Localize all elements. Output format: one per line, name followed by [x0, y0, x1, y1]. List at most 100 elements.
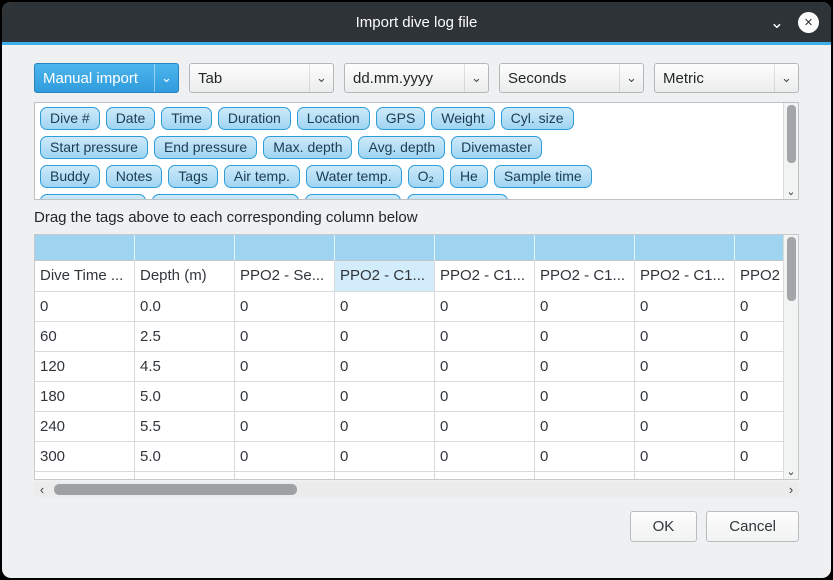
tag-he[interactable]: He [450, 165, 488, 188]
duration-format-value: Seconds [500, 70, 619, 87]
tag-location[interactable]: Location [297, 107, 370, 130]
drop-target[interactable] [235, 235, 335, 261]
duration-format-select[interactable]: Seconds ⌄ [499, 63, 644, 93]
field-separator-select[interactable]: Tab ⌄ [189, 63, 334, 93]
table-cell: 5.0 [135, 442, 235, 472]
close-button[interactable]: ✕ [798, 12, 819, 33]
table-cell: 5.5 [135, 412, 235, 442]
scrollbar-track[interactable] [50, 482, 783, 497]
tag-air-temp[interactable]: Air temp. [224, 165, 300, 188]
tag-avg-depth[interactable]: Avg. depth [358, 136, 445, 159]
tag-water-temp[interactable]: Water temp. [306, 165, 402, 188]
tag-row: Buddy Notes Tags Air temp. Water temp. O… [40, 165, 781, 188]
dialog-footer: OK Cancel [34, 511, 799, 542]
table-cell: 0 [735, 412, 783, 442]
drop-target-row [35, 235, 783, 261]
table-row: 240 5.5 0 0 0 0 0 0 [35, 412, 783, 442]
table-cell [435, 472, 535, 479]
tag-weight[interactable]: Weight [431, 107, 494, 130]
tag-notes[interactable]: Notes [106, 165, 163, 188]
table-cell: 0 [335, 442, 435, 472]
tag-end-pressure[interactable]: End pressure [154, 136, 257, 159]
scroll-right-arrow-icon[interactable]: › [783, 482, 799, 497]
table-cell: 0 [635, 352, 735, 382]
tag-sample-temperature[interactable]: Sample temperature [152, 194, 299, 200]
drop-target[interactable] [35, 235, 135, 261]
scrollbar-thumb[interactable] [787, 105, 796, 163]
close-icon: ✕ [804, 16, 813, 29]
date-format-select[interactable]: dd.mm.yyyy ⌄ [344, 63, 489, 93]
field-separator-value: Tab [190, 70, 309, 87]
scroll-down-arrow-icon[interactable]: ⌄ [784, 464, 798, 479]
drop-target[interactable] [535, 235, 635, 261]
tag-sample-cns[interactable]: Sample CNS [407, 194, 508, 200]
table-cell: 240 [35, 412, 135, 442]
table-cell: 0 [635, 382, 735, 412]
date-format-value: dd.mm.yyyy [345, 70, 464, 87]
tag-max-depth[interactable]: Max. depth [263, 136, 352, 159]
column-header: Depth (m) [135, 261, 235, 292]
drop-target[interactable] [735, 235, 783, 261]
drop-target[interactable] [335, 235, 435, 261]
table-cell: 0 [735, 322, 783, 352]
table-cell: 0 [335, 322, 435, 352]
table-cell: 0 [735, 352, 783, 382]
table-cell: 0 [235, 352, 335, 382]
table-cell: 0 [535, 412, 635, 442]
column-header-row: Dive Time ... Depth (m) PPO2 - Se... PPO… [35, 261, 783, 292]
chevron-down-icon: ⌄ [464, 64, 488, 92]
table-scrollbar[interactable]: ⌄ [783, 235, 798, 479]
table-cell: 0 [235, 412, 335, 442]
chevron-down-icon: ⌄ [774, 64, 798, 92]
cancel-button[interactable]: Cancel [706, 511, 799, 542]
tag-row-clipped: Sample depth Sample temperature Sample p… [40, 194, 781, 200]
column-header: PPO2 - Se... [235, 261, 335, 292]
drop-target[interactable] [435, 235, 535, 261]
titlebar[interactable]: Import dive log file ⌄ ✕ [2, 2, 831, 42]
table-cell: 0 [435, 322, 535, 352]
tag-dive-number[interactable]: Dive # [40, 107, 100, 130]
table-row: 180 5.0 0 0 0 0 0 0 [35, 382, 783, 412]
table-columns: Dive Time ... Depth (m) PPO2 - Se... PPO… [35, 235, 783, 479]
tag-date[interactable]: Date [106, 107, 156, 130]
table-cell: 0 [35, 292, 135, 322]
table-cell: 0 [535, 292, 635, 322]
chevron-down-icon: ⌄ [154, 64, 178, 92]
titlebar-buttons: ⌄ ✕ [770, 2, 819, 42]
tag-pool: Dive # Date Time Duration Location GPS W… [34, 102, 799, 200]
table-cell: 4.5 [135, 352, 235, 382]
units-select[interactable]: Metric ⌄ [654, 63, 799, 93]
preview-table: Dive Time ... Depth (m) PPO2 - Se... PPO… [34, 234, 799, 480]
scroll-left-arrow-icon[interactable]: ‹ [34, 482, 50, 497]
table-cell: 0 [435, 382, 535, 412]
tag-duration[interactable]: Duration [218, 107, 291, 130]
tag-sample-po2[interactable]: Sample pO₂ [305, 194, 400, 200]
table-cell: 0 [635, 292, 735, 322]
scroll-down-arrow-icon[interactable]: ⌄ [784, 184, 798, 199]
tag-cyl-size[interactable]: Cyl. size [501, 107, 574, 130]
horizontal-scrollbar[interactable]: ‹ › [34, 482, 799, 497]
table-cell: 180 [35, 382, 135, 412]
table-cell: 0 [235, 292, 335, 322]
scrollbar-thumb[interactable] [787, 237, 796, 301]
tag-divemaster[interactable]: Divemaster [451, 136, 542, 159]
tag-o2[interactable]: O₂ [408, 165, 444, 188]
table-cell: 0 [435, 292, 535, 322]
tag-tags[interactable]: Tags [168, 165, 218, 188]
tag-buddy[interactable]: Buddy [40, 165, 100, 188]
import-type-select[interactable]: Manual import ⌄ [34, 63, 179, 93]
tag-sample-depth[interactable]: Sample depth [40, 194, 146, 200]
tag-start-pressure[interactable]: Start pressure [40, 136, 148, 159]
tag-sample-time[interactable]: Sample time [494, 165, 592, 188]
drop-target[interactable] [635, 235, 735, 261]
drop-target[interactable] [135, 235, 235, 261]
tag-pool-scrollbar[interactable]: ⌄ [783, 103, 798, 199]
tag-time[interactable]: Time [161, 107, 212, 130]
import-type-value: Manual import [35, 70, 154, 87]
chevron-down-icon[interactable]: ⌄ [770, 14, 784, 31]
tag-gps[interactable]: GPS [376, 107, 426, 130]
table-row: 300 5.0 0 0 0 0 0 0 [35, 442, 783, 472]
ok-button[interactable]: OK [630, 511, 698, 542]
scrollbar-thumb[interactable] [54, 484, 297, 495]
instruction-text: Drag the tags above to each correspondin… [34, 209, 799, 226]
